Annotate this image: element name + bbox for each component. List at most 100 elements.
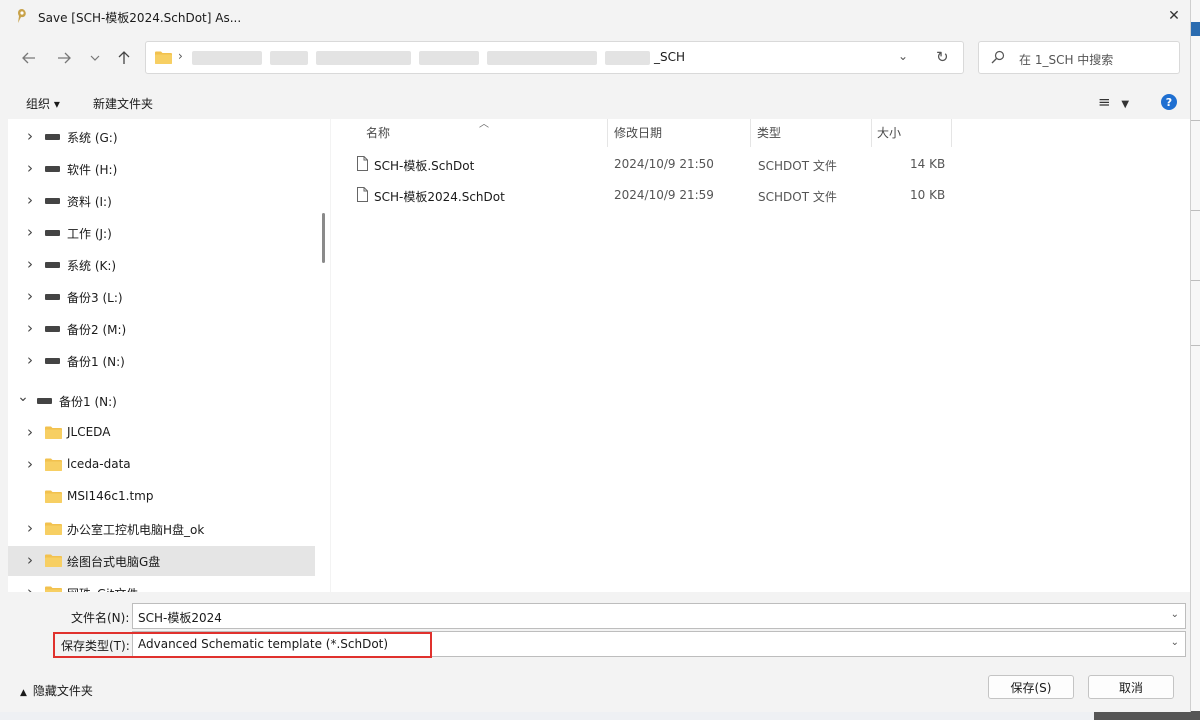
chevron-right-icon[interactable]: › [24,551,36,569]
chevron-down-icon: ▼ [1121,99,1130,110]
refresh-icon[interactable]: ↻ [936,48,949,66]
column-divider [750,119,751,147]
save-button[interactable]: 保存(S) [988,675,1074,699]
nav-item[interactable]: › 软件 (H:) [8,154,315,184]
chevron-right-icon: › [178,49,183,63]
arrow-left-icon [22,52,35,64]
nav-item[interactable]: MSI146c1.tmp [8,482,315,512]
nav-item[interactable]: › 系统 (G:) [8,122,315,152]
filename-value: SCH-模板2024 [138,611,222,625]
hide-folders-toggle[interactable]: ▲ 隐藏文件夹 [20,682,93,699]
file-icon [357,187,368,202]
background-taskbar-edge [0,711,1200,720]
column-header-type[interactable]: 类型 [757,124,781,141]
chevron-down-icon [90,55,100,61]
nav-item-label: 办公室工控机电脑H盘_ok [67,523,205,537]
nav-item-label: 系统 (K:) [67,259,117,273]
chevron-right-icon[interactable]: › [24,455,36,473]
recent-locations-button[interactable] [83,46,107,70]
nav-item[interactable]: › lceda-data [8,450,315,480]
file-row[interactable]: SCH-模板.SchDot 2024/10/9 21:50 SCHDOT 文件 … [349,151,961,179]
folder-icon [45,586,62,592]
back-button[interactable] [17,46,41,70]
chevron-right-icon[interactable]: › [24,159,36,177]
nav-item[interactable]: › 办公室工控机电脑H盘_ok [8,514,315,544]
nav-item-label: lceda-data [67,457,131,471]
hide-folders-label: 隐藏文件夹 [32,684,93,698]
search-box[interactable]: 在 1_SCH 中搜索 [978,41,1180,74]
nav-item[interactable]: › 备份3 (L:) [8,282,315,312]
forward-button[interactable] [52,46,76,70]
nav-item-label: 备份1 (N:) [59,395,117,409]
search-icon [991,50,1005,64]
chevron-right-icon[interactable]: › [24,319,36,337]
chevron-right-icon[interactable]: › [24,583,36,592]
nav-item-label: 备份3 (L:) [67,291,123,305]
organize-button[interactable]: 组织 ▾ [26,95,60,112]
chevron-right-icon[interactable]: › [24,255,36,273]
navigation-scrollbar[interactable] [322,213,325,263]
arrow-up-icon [118,51,130,64]
file-type: SCHDOT 文件 [758,159,837,173]
chevron-right-icon[interactable]: › [24,351,36,369]
column-header-size[interactable]: 大小 [877,124,901,141]
nav-item-label: 网珠_Git文件 [67,585,138,592]
column-header-modified[interactable]: 修改日期 [614,124,662,141]
chevron-right-icon[interactable]: › [24,223,36,241]
chevron-down-icon[interactable]: ⌄ [1171,637,1179,648]
chevron-right-icon[interactable]: › [24,287,36,305]
up-button[interactable] [112,46,136,70]
column-divider [951,119,952,147]
nav-item-label: 资料 (I:) [67,195,112,209]
chevron-right-icon[interactable]: › [24,127,36,145]
help-icon[interactable]: ? [1161,94,1177,110]
drive-icon [45,166,60,172]
list-view-icon: ≡ [1098,93,1111,111]
nav-item-label: 软件 (H:) [67,163,118,177]
drive-icon [45,230,60,236]
address-dropdown-chevron-icon[interactable]: ⌄ [898,49,908,63]
folder-icon [155,51,172,64]
chevron-down-icon[interactable]: ⌄ [17,389,29,405]
chevron-right-icon[interactable]: › [24,423,36,441]
close-button[interactable]: ✕ [1160,2,1188,30]
drive-icon [45,198,60,204]
nav-item[interactable]: › 资料 (I:) [8,186,315,216]
save-as-dialog: Save [SCH-模板2024.SchDot] As... ✕ › _SCH [0,0,1191,712]
close-icon: ✕ [1168,8,1180,24]
nav-item[interactable]: › 系统 (K:) [8,250,315,280]
nav-item[interactable]: › 工作 (J:) [8,218,315,248]
address-bar[interactable]: › _SCH ⌄ ↻ [145,41,964,74]
file-modified: 2024/10/9 21:50 [614,157,714,171]
nav-item[interactable]: › 绘图台式电脑G盘 [8,546,315,576]
nav-item[interactable]: › 网珠_Git文件 [8,578,315,592]
new-folder-button[interactable]: 新建文件夹 [93,95,153,112]
search-input[interactable]: 在 1_SCH 中搜索 [1019,51,1113,68]
chevron-down-icon[interactable]: ⌄ [1171,609,1179,620]
chevron-right-icon[interactable]: › [24,519,36,537]
chevron-right-icon[interactable]: › [24,191,36,209]
nav-item[interactable]: ⌄ 备份1 (N:) [8,386,315,416]
folder-icon [45,458,62,471]
app-logo-icon [18,9,26,23]
file-row[interactable]: SCH-模板2024.SchDot 2024/10/9 21:59 SCHDOT… [349,182,961,210]
nav-item[interactable]: › 备份1 (N:) [8,346,315,376]
nav-item[interactable]: › JLCEDA [8,418,315,448]
drive-icon [45,262,60,268]
view-options-button[interactable]: ≡ ▼ [1098,93,1129,111]
cancel-button[interactable]: 取消 [1088,675,1174,699]
filename-input[interactable]: SCH-模板2024 ⌄ [132,603,1186,629]
nav-item-label: 系统 (G:) [67,131,118,145]
nav-item-label: JLCEDA [67,425,111,439]
column-header-name[interactable]: 名称 [366,124,390,141]
background-dark-block [1094,711,1200,720]
sort-ascending-icon: ︿ [479,119,489,130]
drive-icon [45,358,60,364]
nav-item[interactable]: › 备份2 (M:) [8,314,315,344]
file-modified: 2024/10/9 21:59 [614,188,714,202]
column-divider [871,119,872,147]
annotation-highlight-box [53,632,432,658]
file-name: SCH-模板.SchDot [374,159,475,173]
window-title: Save [SCH-模板2024.SchDot] As... [38,11,242,25]
nav-item-label: 绘图台式电脑G盘 [67,555,161,569]
